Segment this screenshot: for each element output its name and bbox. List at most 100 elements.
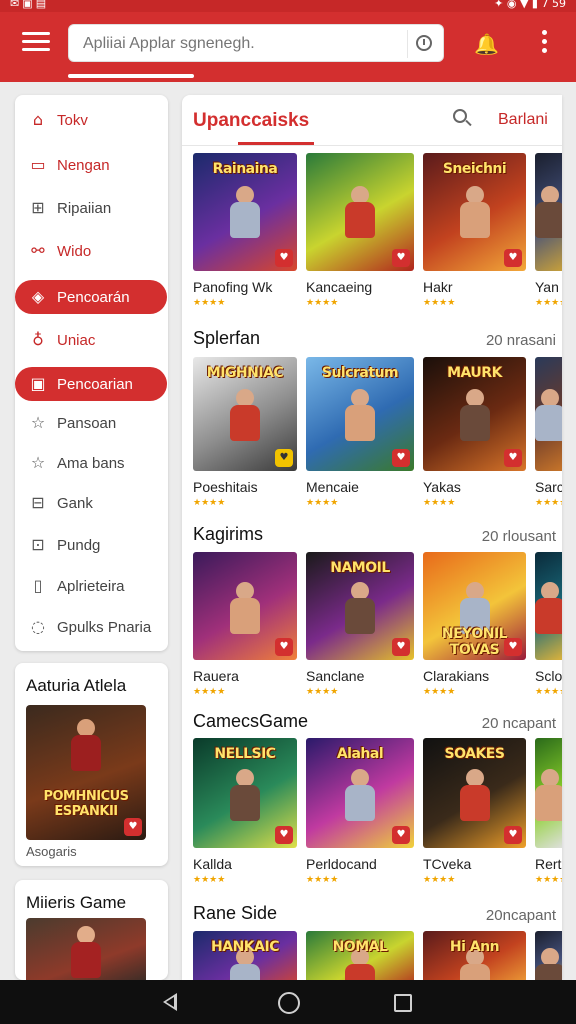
game-art-title: SOAKES [444,746,505,762]
sidebar-item-label: Gpulks Pnaria [57,619,152,636]
section-more-link[interactable]: 20ncapant [486,907,556,924]
sidebar-item-gank[interactable]: ⊟ Gank [15,486,168,520]
game-title[interactable]: Panofing Wk [193,279,272,295]
game-tile[interactable]: NELLSIC ♥ [193,738,297,848]
game-tile[interactable] [535,738,562,848]
sidebar-item-nengan[interactable]: ▭ Nengan [15,148,168,182]
history-icon[interactable] [407,30,435,58]
game-tile[interactable] [535,357,562,471]
game-tile[interactable]: NEYONIL TOVAS ♥ [423,552,526,660]
notification-bell-icon[interactable]: 🔔 [474,32,499,56]
game-tile[interactable]: SOAKES ♥ [423,738,526,848]
game-title[interactable]: Kancaeing [306,279,372,295]
game-tile[interactable]: Sneichni ♥ [423,153,526,271]
header-link[interactable]: Barlani [498,111,548,129]
character-figure [337,389,383,451]
sidebar-item-home[interactable]: ⌂ Tokv [15,103,168,137]
game-tile[interactable]: ♥ [193,552,297,660]
sidebar-item-ripaiian[interactable]: ⊞ Ripaiian [15,191,168,225]
rating-stars: ★★★★ [306,687,339,697]
section-more-link[interactable]: 20 nrasani [486,332,556,349]
sidebar-item-pencoarian[interactable]: ▣ Pencoarian [15,367,167,401]
status-time: 7 59 [541,0,567,10]
sidebar-item-gpulks-pnaria[interactable]: ◌ Gpulks Pnaria [15,610,168,644]
game-title[interactable]: Clarakians [423,668,489,684]
sidebar-item-aplrieteira[interactable]: ▯ Aplrieteira [15,569,168,603]
section-more-link[interactable]: 20 ncapant [482,715,556,732]
game-tile[interactable]: NAMOIL ♥ [306,552,414,660]
game-tile[interactable]: HANKAIC [193,931,297,980]
main-title[interactable]: Upanccaisks [193,110,309,132]
game-tile[interactable] [535,153,562,271]
sidebar-item-label: Wido [57,243,92,260]
sidebar-item-ama-bans[interactable]: ☆ Ama bans [15,446,168,480]
promo-card[interactable]: Miieris Game [15,880,168,980]
rating-stars: ★★★★ [535,498,562,508]
game-art-title: MAURK [447,365,502,381]
game-title[interactable]: Hakr [423,279,453,295]
game-tile[interactable]: Alahal ♥ [306,738,414,848]
sidebar-item-uniac[interactable]: ♁ Uniac [15,323,168,357]
sidebar-item-label: Ama bans [57,455,125,472]
game-title[interactable]: Kallda [193,856,232,872]
menu-icon[interactable] [22,32,50,54]
sidebar-item-pundg[interactable]: ⊡ Pundg [15,528,168,562]
back-icon[interactable] [163,993,177,1011]
more-options-icon[interactable] [536,30,552,56]
game-art-title: Rainaina [212,161,278,177]
game-tile[interactable]: Sulcratum ♥ [306,357,414,471]
game-title[interactable]: Mencaie [306,479,359,495]
recent-apps-icon[interactable] [394,994,412,1012]
status-icons: ✦ ◉ ▼ ▮ 7 59 [494,0,566,10]
game-title[interactable]: Poeshitais [193,479,258,495]
section-title: Kagirims [193,524,264,544]
bookmark-badge-icon: ♥ [275,249,293,267]
character-figure [222,389,268,451]
game-tile[interactable] [535,552,562,660]
app-bar: 🔔 [0,12,576,82]
game-title[interactable]: Sanclane [306,668,364,684]
game-tile[interactable] [535,931,562,980]
bookmark-badge-icon: ♥ [275,449,293,467]
sidebar-item-label: Tokv [57,112,88,129]
game-title[interactable]: Rauera [193,668,239,684]
game-title[interactable]: Sclo [535,668,562,684]
bookmark-badge-icon: ♥ [504,249,522,267]
game-art-title: Sulcratum [321,365,399,381]
tv-icon: ▭ [30,155,46,174]
game-title[interactable]: Yan [535,279,559,295]
game-tile[interactable]: Rainaina ♥ [193,153,297,271]
promo-card[interactable]: Aaturia Atlela POMHNICUS ESPANKII ♥ Asog… [15,663,168,866]
section-title: CamecsGame [193,711,309,731]
character-figure [535,769,562,831]
sidebar-item-pansoan[interactable]: ☆ Pansoan [15,406,168,440]
game-tile[interactable]: MAURK ♥ [423,357,526,471]
section-title: Rane Side [193,903,278,923]
game-title[interactable]: Rert [535,856,561,872]
grid-icon: ⊟ [31,493,45,512]
user-icon: ♁ [32,330,44,349]
bookmark-badge-icon: ♥ [392,638,410,656]
game-title[interactable]: Yakas [423,479,461,495]
tag-icon: ◈ [31,287,45,306]
home-button-icon[interactable] [278,992,300,1014]
game-tile[interactable]: ♥ [306,153,414,271]
rating-stars: ★★★★ [535,687,562,697]
section-more-link[interactable]: 20 rlousant [482,528,556,545]
sidebar-item-wido[interactable]: ⚯ Wido [15,234,168,268]
search-bar[interactable] [68,24,444,62]
game-tile[interactable]: NOMAL [306,931,414,980]
sidebar-item-pencoaran[interactable]: ◈ Pencoarán [15,280,167,314]
game-title[interactable]: Sarc [535,479,562,495]
game-tile[interactable]: Hi Ann [423,931,526,980]
search-input[interactable] [83,33,403,55]
game-tile[interactable]: MIGHNIAC ♥ [193,357,297,471]
bookmark-badge-icon: ♥ [275,638,293,656]
search-icon[interactable] [453,109,473,129]
game-title[interactable]: TCveka [423,856,471,872]
rating-stars: ★★★★ [306,875,339,885]
rating-stars: ★★★★ [535,875,562,885]
game-title[interactable]: Perldocand [306,856,377,872]
game-art-title: NELLSIC [214,746,276,762]
section-title: Splerfan [193,328,261,348]
